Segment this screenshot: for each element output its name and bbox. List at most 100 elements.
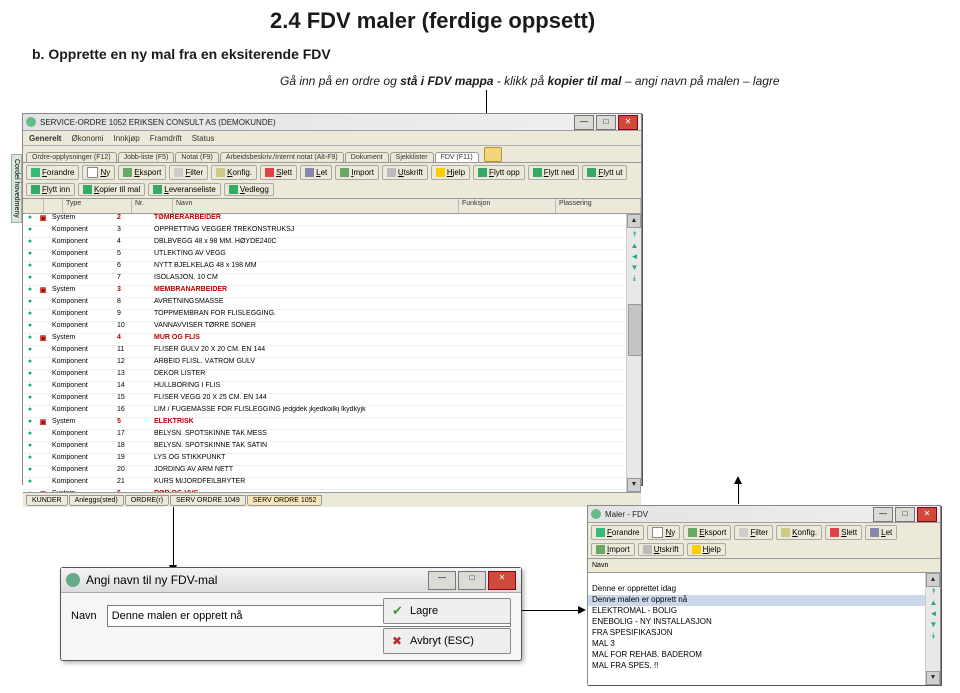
list-body[interactable]: ●▣System2TØMRERARBEIDER●Komponent3OPPRET… xyxy=(23,214,641,492)
scroll-up-button[interactable]: ▲ xyxy=(926,573,940,587)
list-row[interactable]: ●Komponent17BELYSN. SPOTSKINNE TAK MESS xyxy=(23,430,641,442)
list-row[interactable]: ●Komponent15FLISER VEGG 20 X 25 CM. EN 1… xyxy=(23,394,641,406)
bottom-tab[interactable]: ORDRE(r) xyxy=(125,495,169,506)
list-row[interactable]: ●▣System4MUR OG FLIS xyxy=(23,334,641,346)
toolbar-button[interactable]: Eksport xyxy=(118,165,166,180)
col-navn[interactable]: Navn xyxy=(173,199,459,213)
list-row[interactable]: ●Komponent5UTLEKTING AV VEGG xyxy=(23,250,641,262)
tab[interactable]: Dokument xyxy=(345,152,389,162)
toolbar-button[interactable]: Leveranseliste xyxy=(148,183,221,196)
maler-row[interactable]: MAL 3 xyxy=(588,639,940,650)
nav-up-icon[interactable]: ▲ xyxy=(629,241,640,251)
toolbar-button[interactable]: Flytt ned xyxy=(528,165,580,180)
folder-icon[interactable] xyxy=(484,147,502,162)
toolbar-button[interactable]: Hjelp xyxy=(431,165,470,180)
tab[interactable]: Arbeidsbeskriv./Internt notat (Alt-F9) xyxy=(220,152,344,162)
toolbar-button[interactable]: Slett xyxy=(260,165,297,180)
toolbar-button[interactable]: Flytt ut xyxy=(582,165,627,180)
maler-list[interactable]: Denne er opprettet idagDenne malen er op… xyxy=(588,573,940,685)
toolbar-button[interactable]: Filter xyxy=(169,165,208,180)
nav-first-icon[interactable]: ⯭ xyxy=(629,230,640,240)
list-row[interactable]: ●Komponent7ISOLASJON. 10 CM xyxy=(23,274,641,286)
tab[interactable]: Sjekklister xyxy=(390,152,434,162)
toolbar-button[interactable]: Filter xyxy=(734,525,773,540)
nav-last-icon[interactable]: ⯯ xyxy=(928,631,939,641)
col-nr[interactable]: Nr. xyxy=(132,199,173,213)
toolbar-button[interactable]: Flytt opp xyxy=(473,165,525,180)
bottom-tab[interactable]: KUNDER xyxy=(26,495,68,506)
maler-row[interactable]: ELEKTROMAL - BOLIG xyxy=(588,606,940,617)
bottom-tab[interactable]: SERV ORDRE 1049 xyxy=(170,495,246,506)
menu-item[interactable]: Økonomi xyxy=(71,134,103,143)
toolbar-button[interactable]: Ny xyxy=(647,525,680,540)
list-row[interactable]: ●Komponent11FLISER GULV 20 X 20 CM. EN 1… xyxy=(23,346,641,358)
nav-up-icon[interactable]: ▲ xyxy=(928,598,939,608)
menu-item[interactable]: Innkjøp xyxy=(113,134,139,143)
scroll-up-button[interactable]: ▲ xyxy=(627,214,641,228)
toolbar-button[interactable]: Let xyxy=(300,165,332,180)
menu-item[interactable]: Status xyxy=(192,134,215,143)
toolbar-button[interactable]: Forandre xyxy=(591,525,644,540)
side-tab[interactable]: Cordel hovedmeny xyxy=(11,154,22,223)
toolbar-button[interactable]: Utskrift xyxy=(382,165,428,180)
scroll-down-button[interactable]: ▼ xyxy=(926,671,940,685)
list-row[interactable]: ●Komponent19LYS OG STIKKPUNKT xyxy=(23,454,641,466)
bottom-tab[interactable]: Anleggs(sted) xyxy=(69,495,124,506)
menu-item[interactable]: Generelt xyxy=(29,134,61,143)
tab[interactable]: FDV (F11) xyxy=(435,152,479,162)
maler-row[interactable]: MAL FRA SPES. !! xyxy=(588,661,940,672)
maler-row[interactable]: ENEBOLIG - NY INSTALLASJON xyxy=(588,617,940,628)
list-row[interactable]: ●▣System6RØR OG VVS xyxy=(23,490,641,492)
nav-mid-icon[interactable]: ◄ xyxy=(629,252,640,262)
maler-row[interactable]: MAL FOR REHAB. BADEROM xyxy=(588,650,940,661)
close-button[interactable]: ✕ xyxy=(488,571,516,590)
list-row[interactable]: ●Komponent10VANNAVVISER TØRRE SONER xyxy=(23,322,641,334)
list-row[interactable]: ●▣System3MEMBRANARBEIDER xyxy=(23,286,641,298)
list-row[interactable]: ●Komponent8AVRETNINGSMASSE xyxy=(23,298,641,310)
list-row[interactable]: ●Komponent9TOPPMEMBRAN FOR FLISLEGGING. xyxy=(23,310,641,322)
list-row[interactable]: ●Komponent16LIM / FUGEMASSE FOR FLISLEGG… xyxy=(23,406,641,418)
nav-down-icon[interactable]: ▼ xyxy=(928,620,939,630)
maler-row[interactable]: Denne er opprettet idag xyxy=(588,584,940,595)
toolbar-button[interactable]: Import xyxy=(335,165,379,180)
scroll-down-button[interactable]: ▼ xyxy=(627,478,641,492)
toolbar-button[interactable]: Utskrift xyxy=(638,543,684,556)
list-row[interactable]: ●Komponent14HULLBORING I FLIS xyxy=(23,382,641,394)
maler-row[interactable]: Denne malen er opprett nå xyxy=(588,595,940,606)
toolbar-button[interactable]: Eksport xyxy=(683,525,731,540)
nav-down-icon[interactable]: ▼ xyxy=(629,263,640,273)
toolbar-button[interactable]: Let xyxy=(865,525,897,540)
bottom-tab[interactable]: SERV ORDRE 1052 xyxy=(247,495,323,506)
tab[interactable]: Notat (F9) xyxy=(175,152,219,162)
list-row[interactable]: ●Komponent20JORDING AV ARM NETT xyxy=(23,466,641,478)
close-button[interactable]: ✕ xyxy=(917,507,937,522)
tab[interactable]: Ordre-opplysninger (F12) xyxy=(26,152,117,162)
minimize-button[interactable]: — xyxy=(574,115,594,130)
list-row[interactable]: ●Komponent3OPPRETTING VEGGER TREKONSTRUK… xyxy=(23,226,641,238)
tab[interactable]: Jobb-liste (F5) xyxy=(118,152,175,162)
toolbar-button[interactable]: Konfig. xyxy=(776,525,822,540)
toolbar-button[interactable]: Slett xyxy=(825,525,862,540)
toolbar-button[interactable]: Import xyxy=(591,543,635,556)
nav-last-icon[interactable]: ⯯ xyxy=(629,274,640,284)
list-row[interactable]: ●Komponent21KURS M/JORDFEILBRYTER xyxy=(23,478,641,490)
scrollbar-thumb[interactable] xyxy=(628,304,641,356)
maximize-button[interactable]: □ xyxy=(895,507,915,522)
lagre-button[interactable]: ✔ Lagre xyxy=(383,598,511,624)
toolbar-button[interactable]: Flytt inn xyxy=(26,183,75,196)
col-plassering[interactable]: Plassering xyxy=(556,199,641,213)
maximize-button[interactable]: □ xyxy=(596,115,616,130)
maler-header[interactable]: Navn xyxy=(588,559,940,573)
toolbar-button[interactable]: Konfig. xyxy=(211,165,257,180)
close-button[interactable]: ✕ xyxy=(618,115,638,130)
toolbar-button[interactable]: Forandre xyxy=(26,165,79,180)
toolbar-button[interactable]: Kopier til mal xyxy=(78,183,145,196)
nav-first-icon[interactable]: ⯭ xyxy=(928,587,939,597)
vertical-scrollbar[interactable]: ▲ ⯭ ▲ ◄ ▼ ⯯ ▼ xyxy=(925,573,940,685)
vertical-scrollbar[interactable]: ▲ ⯭ ▲ ◄ ▼ ⯯ ▼ xyxy=(626,214,641,492)
menu-item[interactable]: Framdrift xyxy=(150,134,182,143)
toolbar-button[interactable]: Vedlegg xyxy=(224,183,274,196)
col-funksjon[interactable]: Funksjon xyxy=(459,199,556,213)
list-row[interactable]: ●▣System5ELEKTRISK xyxy=(23,418,641,430)
maler-row[interactable]: FRA SPESIFIKASJON xyxy=(588,628,940,639)
